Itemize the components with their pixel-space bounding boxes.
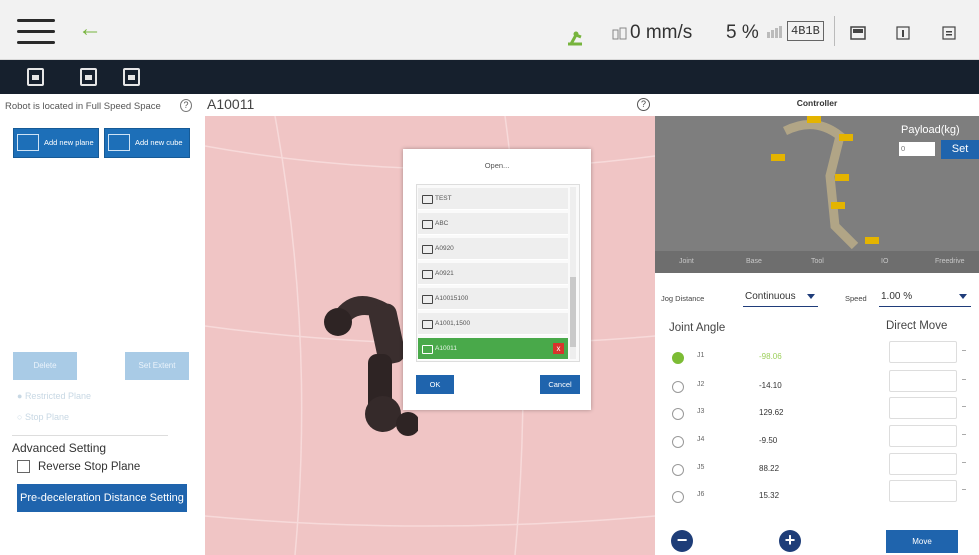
back-arrow-icon[interactable]: ←: [78, 17, 102, 41]
advanced-setting-heading: Advanced Setting: [12, 441, 107, 455]
file-list: TEST ABC A0920 A0921 A10015100 A1001,150…: [416, 184, 580, 362]
info-icon[interactable]: [896, 26, 910, 40]
left-panel: Robot is located in Full Speed Space ? A…: [0, 94, 205, 555]
signal-icon: [767, 26, 782, 38]
cube-icon: [108, 134, 130, 151]
hamburger-menu-icon[interactable]: [17, 19, 55, 45]
arm-preview: Payload(kg) 0 Set: [655, 116, 979, 251]
direct-move-heading: Direct Move: [886, 320, 948, 332]
reverse-stop-plane-checkbox[interactable]: [17, 460, 30, 473]
reverse-stop-plane-label: Reverse Stop Plane: [38, 461, 141, 473]
stop-plane-radio[interactable]: ○ Stop Plane: [17, 412, 69, 422]
joint-radio[interactable]: [672, 491, 684, 503]
tab-io[interactable]: IO: [881, 258, 888, 265]
jog-distance-label: Jog Distance: [661, 294, 705, 303]
open-file-dialog: Open... TEST ABC A0920 A0921 A10015100 A…: [403, 149, 591, 410]
file-item[interactable]: ABC: [418, 213, 568, 235]
add-new-plane-button[interactable]: Add new plane: [13, 128, 99, 158]
delete-file-icon[interactable]: x: [553, 343, 564, 354]
joint-radio[interactable]: [672, 352, 684, 364]
joint-row: J6 15.32: [655, 480, 979, 512]
jog-minus-button[interactable]: −: [671, 530, 693, 552]
display-icon[interactable]: [850, 26, 866, 40]
tab-freedrive[interactable]: Freedrive: [935, 258, 965, 265]
tab-tool[interactable]: Tool: [811, 258, 824, 265]
payload-label: Payload(kg): [901, 124, 960, 136]
file-toolbar: [0, 60, 979, 94]
help-icon[interactable]: ?: [180, 99, 192, 112]
speed-select[interactable]: 1.00 %: [881, 291, 968, 302]
speed-label: Speed: [845, 294, 867, 303]
tab-base[interactable]: Base: [746, 258, 762, 265]
add-new-cube-button[interactable]: Add new cube: [104, 128, 190, 158]
payload-input[interactable]: 0: [899, 142, 935, 156]
open-file-icon[interactable]: [80, 68, 97, 86]
file-item-selected[interactable]: A10011 x: [418, 338, 568, 360]
viewport-header: A10011 ?: [205, 94, 655, 116]
divider: [12, 435, 168, 436]
plane-icon: [17, 134, 39, 151]
jog-distance-select[interactable]: Continuous: [745, 291, 815, 302]
set-extent-button[interactable]: Set Extent: [125, 352, 189, 380]
file-item[interactable]: A0921: [418, 263, 568, 285]
joint-input[interactable]: [889, 397, 966, 419]
jog-plus-button[interactable]: +: [779, 530, 801, 552]
speed-percent[interactable]: 5 %: [726, 22, 759, 44]
jog-mode-tabs: Joint Base Tool IO Freedrive: [655, 251, 979, 273]
joint-angle-heading: Joint Angle: [669, 322, 726, 334]
joint-input[interactable]: [889, 453, 966, 475]
joint-radio[interactable]: [672, 436, 684, 448]
ok-button[interactable]: OK: [416, 375, 454, 394]
file-item[interactable]: A0920: [418, 238, 568, 260]
joint-radio[interactable]: [672, 381, 684, 393]
document-icon[interactable]: [942, 26, 956, 40]
save-file-icon[interactable]: [123, 68, 140, 86]
divider: [879, 306, 971, 307]
top-bar: ← 0 mm/s 5 % 4B1B: [0, 0, 979, 60]
divider: [743, 306, 818, 307]
pre-deceleration-button[interactable]: Pre-deceleration Distance Setting: [17, 484, 187, 512]
speed-icon: [612, 27, 627, 40]
set-payload-button[interactable]: Set: [941, 140, 979, 159]
joint-radio[interactable]: [672, 408, 684, 420]
scrollbar[interactable]: [570, 187, 576, 359]
joint-input[interactable]: [889, 480, 966, 502]
help-icon[interactable]: ?: [637, 98, 650, 111]
project-title: A10011: [207, 96, 255, 112]
joint-input[interactable]: [889, 370, 966, 392]
robot-arm-status-icon: [568, 31, 582, 46]
status-code-badge: 4B1B: [787, 21, 824, 41]
speed-readout: 0 mm/s: [630, 22, 693, 43]
joint-input[interactable]: [889, 425, 966, 447]
dialog-title: Open...: [484, 161, 510, 170]
new-file-icon[interactable]: [27, 68, 44, 86]
move-button[interactable]: Move: [886, 530, 958, 553]
joint-radio[interactable]: [672, 464, 684, 476]
cancel-button[interactable]: Cancel: [540, 375, 580, 394]
location-status: Robot is located in Full Speed Space: [5, 101, 161, 112]
joint-input[interactable]: [889, 341, 966, 363]
arm-wireframe: [771, 116, 879, 250]
controller-title: Controller: [796, 98, 838, 108]
delete-button[interactable]: Delete: [13, 352, 77, 380]
divider: [834, 16, 835, 46]
tab-joint[interactable]: Joint: [679, 258, 694, 265]
controller-panel: Controller Payload(kg) 0 Set Joint Base …: [655, 94, 979, 555]
file-item[interactable]: TEST: [418, 188, 568, 210]
restricted-plane-radio[interactable]: ● Restricted Plane: [17, 391, 91, 401]
file-item[interactable]: A1001,1500: [418, 313, 568, 335]
file-item[interactable]: A10015100: [418, 288, 568, 310]
